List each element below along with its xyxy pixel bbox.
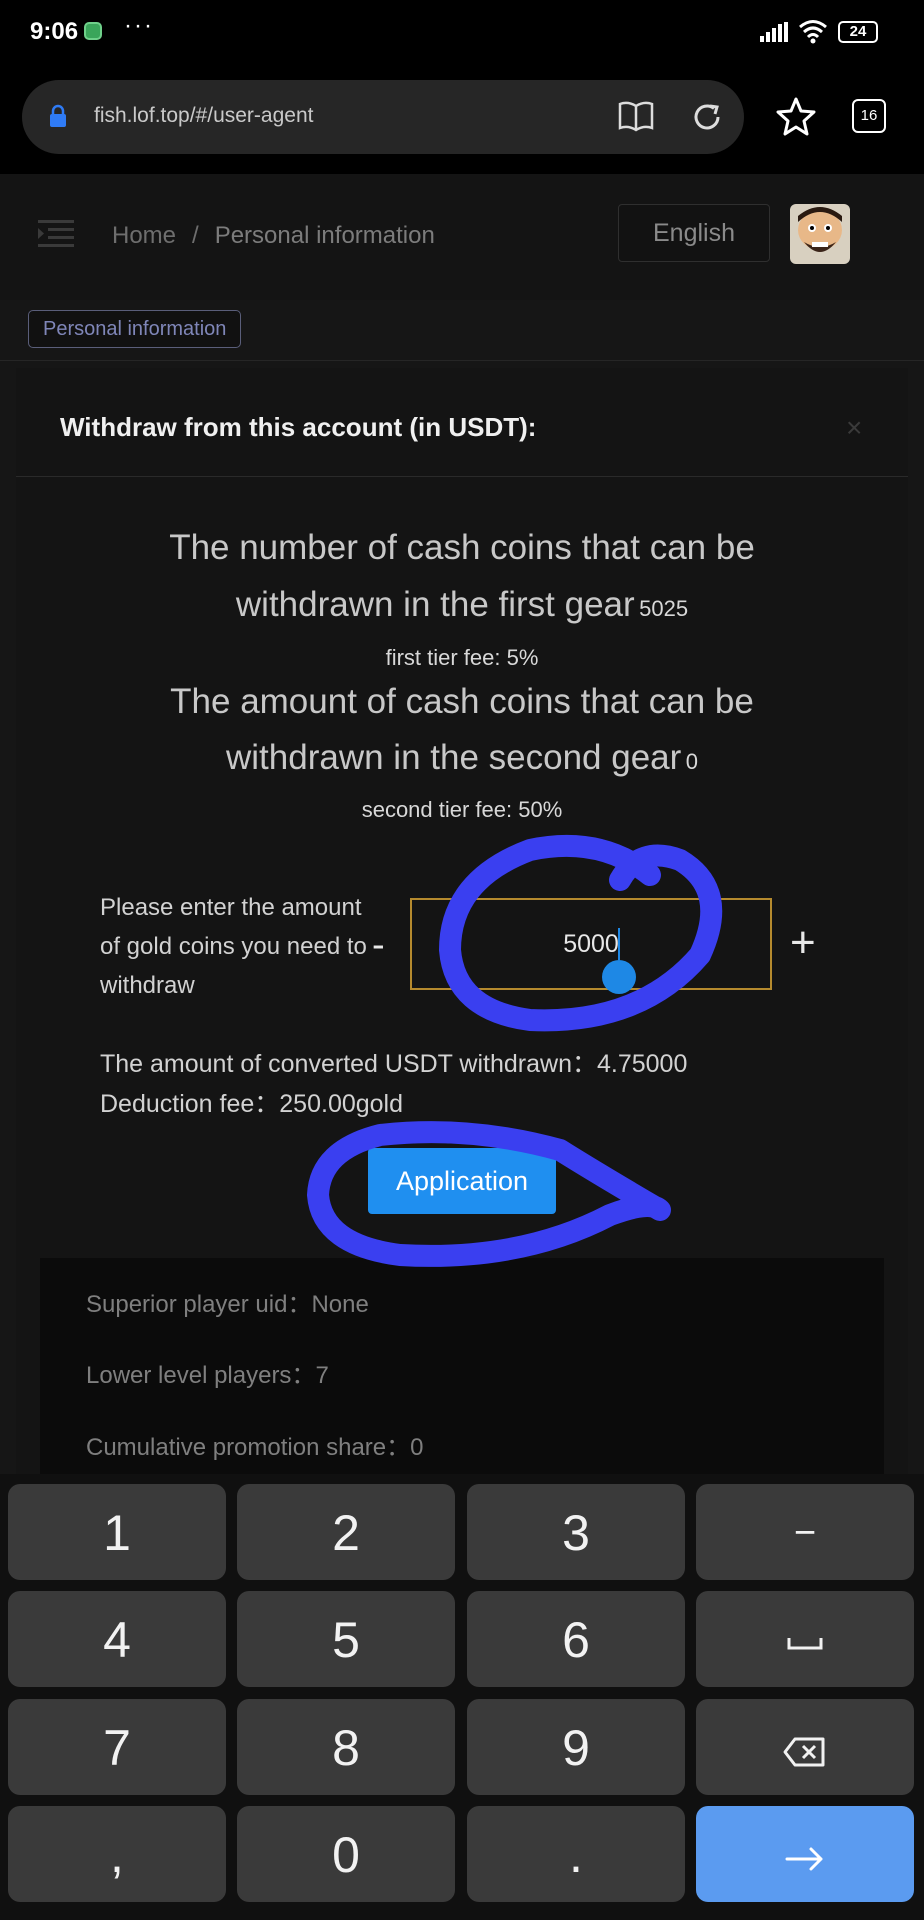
breadcrumb-home[interactable]: Home	[112, 222, 176, 249]
second-gear-value: 0	[685, 749, 698, 774]
share-value: 0	[410, 1434, 424, 1461]
key-backspace[interactable]	[696, 1699, 914, 1795]
avatar[interactable]	[790, 204, 850, 264]
first-gear-line2: withdrawn in the first gear 5025	[16, 585, 908, 625]
key-enter[interactable]	[696, 1806, 914, 1902]
wifi-icon	[799, 20, 827, 44]
status-time: 9:06	[30, 18, 79, 45]
reload-icon[interactable]	[690, 100, 724, 134]
numeric-keyboard: 1 2 3 − 4 5 6 7 8 9 , 0 .	[0, 1474, 924, 1920]
key-5[interactable]: 5	[237, 1591, 455, 1687]
backspace-icon	[783, 1737, 825, 1767]
battery-icon: 24	[838, 21, 878, 43]
decrement-button[interactable]: -	[372, 924, 385, 967]
amount-label: Please enter the amount of gold coins yo…	[100, 894, 367, 999]
superior-value: None	[311, 1291, 369, 1318]
usdt-converted: The amount of converted USDT withdrawn：4…	[100, 1044, 687, 1080]
key-7[interactable]: 7	[8, 1699, 226, 1795]
breadcrumb: Home / Personal information	[112, 222, 435, 250]
reader-mode-icon[interactable]	[618, 100, 654, 132]
menu-toggle-icon[interactable]	[38, 218, 74, 248]
key-3[interactable]: 3	[467, 1484, 685, 1580]
key-minus[interactable]: −	[696, 1484, 914, 1580]
key-1[interactable]: 1	[8, 1484, 226, 1580]
first-tier-fee: first tier fee: 5%	[385, 645, 539, 670]
divider	[0, 360, 924, 361]
key-0[interactable]: 0	[237, 1806, 455, 1902]
lock-icon	[50, 104, 66, 127]
superior-player-uid: Superior player uid：None	[86, 1284, 369, 1319]
lower-label: Lower level players：	[86, 1362, 316, 1389]
amount-input[interactable]	[410, 898, 772, 990]
key-space[interactable]	[696, 1591, 914, 1687]
key-2[interactable]: 2	[237, 1484, 455, 1580]
language-select[interactable]: English	[618, 204, 770, 262]
second-tier-fee: second tier fee: 50%	[361, 797, 563, 822]
arrow-right-icon	[785, 1847, 823, 1871]
breadcrumb-separator: /	[192, 222, 199, 249]
increment-button[interactable]: +	[790, 918, 816, 968]
key-period[interactable]: .	[467, 1806, 685, 1902]
breadcrumb-current: Personal information	[214, 222, 435, 249]
second-gear-line1: The amount of cash coins that can be	[170, 682, 754, 721]
text-cursor	[618, 928, 620, 960]
modal-divider	[16, 476, 908, 477]
key-9[interactable]: 9	[467, 1699, 685, 1795]
modal-title: Withdraw from this account (in USDT):	[60, 412, 537, 442]
more-notifications-icon: ···	[124, 12, 154, 39]
fee-value: 250.00gold	[279, 1090, 404, 1118]
signal-icon	[760, 22, 788, 42]
share-label: Cumulative promotion share：	[86, 1434, 411, 1461]
tabs-count-button[interactable]: 16	[852, 99, 886, 133]
usdt-value: 4.75000	[597, 1050, 688, 1078]
lower-value: 7	[315, 1362, 329, 1389]
tab-personal-information[interactable]: Personal information	[28, 310, 242, 348]
first-gear-label: withdrawn in the first gear	[235, 585, 635, 624]
fee-label: Deduction fee：	[100, 1090, 280, 1118]
second-gear-label: withdrawn in the second gear	[226, 738, 682, 777]
application-button[interactable]: Application	[368, 1148, 556, 1214]
key-8[interactable]: 8	[237, 1699, 455, 1795]
deduction-fee: Deduction fee：250.00gold	[100, 1084, 403, 1120]
space-bar-icon	[787, 1637, 823, 1650]
second-gear-line2: withdrawn in the second gear 0	[16, 738, 908, 778]
app-notification-icon	[84, 22, 102, 40]
lower-level-players: Lower level players：7	[86, 1355, 329, 1390]
usdt-label: The amount of converted USDT withdrawn：	[100, 1050, 597, 1078]
superior-label: Superior player uid：	[86, 1291, 312, 1318]
close-icon[interactable]: ×	[846, 412, 862, 444]
first-gear-value: 5025	[639, 596, 689, 621]
url-text[interactable]: fish.lof.top/#/user-agent	[94, 104, 313, 128]
key-comma[interactable]: ,	[8, 1806, 226, 1902]
cumulative-promotion-share: Cumulative promotion share：0	[86, 1427, 424, 1462]
key-4[interactable]: 4	[8, 1591, 226, 1687]
key-6[interactable]: 6	[467, 1591, 685, 1687]
first-gear-line1: The number of cash coins that can be	[169, 528, 755, 567]
bookmark-star-icon[interactable]	[776, 96, 816, 136]
cursor-handle[interactable]	[602, 960, 636, 994]
